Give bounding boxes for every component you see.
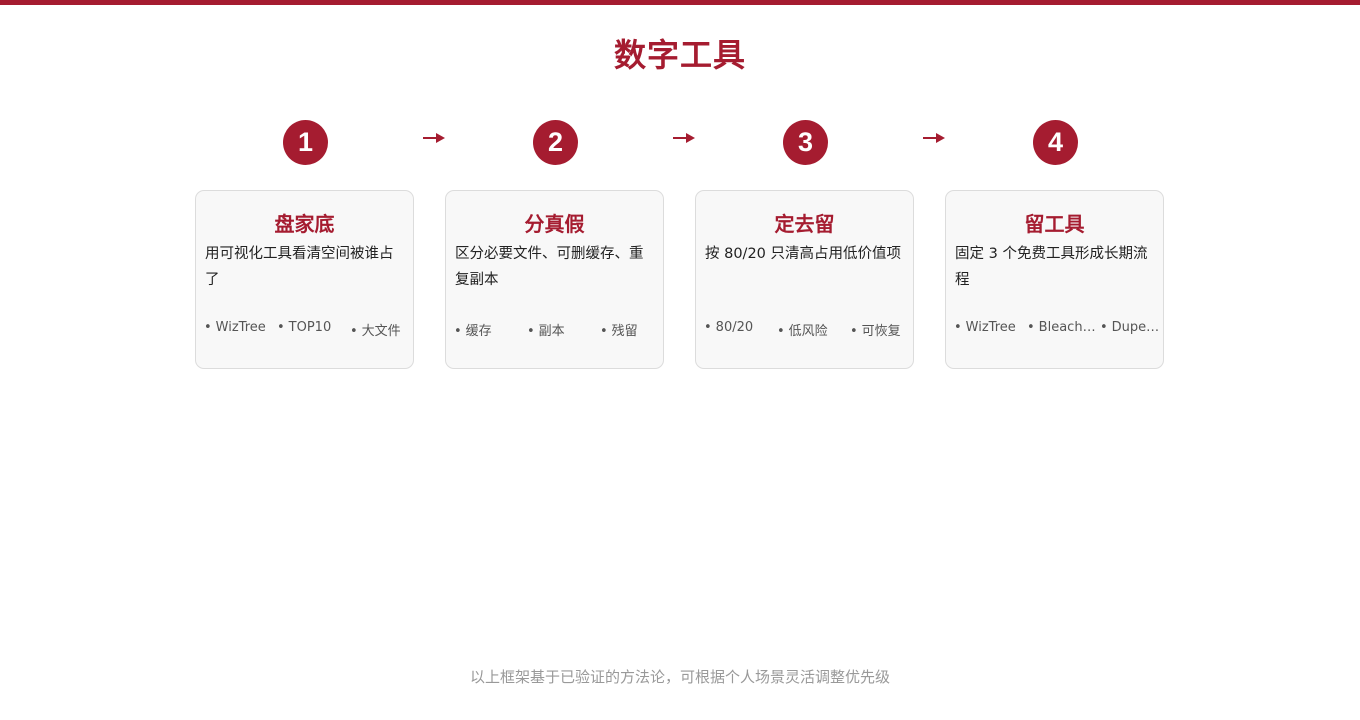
top-accent-bar [0, 0, 1360, 5]
step-4-number: 4 [1033, 120, 1078, 165]
step-1-description: 用可视化工具看清空间被谁占了 [205, 246, 394, 288]
arrow-right-icon [673, 133, 695, 143]
step-2-number: 2 [533, 120, 578, 165]
step-1-tag: TOP10 [277, 320, 349, 335]
footer-note: 以上框架基于已验证的方法论，可根据个人场景灵活调整优先级 [469, 668, 890, 686]
step-card-1: 盘家底 用可视化工具看清空间被谁占了 WizTree TOP10 大文件 [195, 190, 414, 369]
step-2-title: 分真假 [524, 212, 585, 236]
step-4-tag: DupeGuru [1100, 320, 1164, 335]
step-card-3: 定去留 按 80/20 只清高占用低价值项 80/20 低风险 可恢复 [695, 190, 914, 369]
arrow-right-icon [423, 133, 445, 143]
step-2-tag: 副本 [527, 320, 599, 339]
step-4-description: 固定 3 个免费工具形成长期流程 [955, 246, 1148, 288]
step-card-2: 分真假 区分必要文件、可删缓存、重复副本 缓存 副本 残留 [445, 190, 664, 369]
step-2-tag: 缓存 [454, 320, 526, 339]
step-4-title: 留工具 [1024, 212, 1085, 236]
step-4-tag: BleachBit [1027, 320, 1099, 335]
step-3-tag: 低风险 [777, 320, 849, 339]
step-2-tag: 残留 [600, 320, 672, 339]
arrow-right-icon [923, 133, 945, 143]
step-1-tag: WizTree [204, 320, 276, 335]
step-3-number: 3 [783, 120, 828, 165]
step-2-description: 区分必要文件、可删缓存、重复副本 [455, 246, 644, 288]
step-1-tag: 大文件 [350, 320, 422, 339]
step-3-tag: 80/20 [704, 320, 776, 335]
page-title: 数字工具 [613, 36, 746, 74]
step-3-description: 按 80/20 只清高占用低价值项 [705, 246, 902, 262]
step-1-number: 1 [283, 120, 328, 165]
step-3-tag: 可恢复 [850, 320, 922, 339]
step-3-title: 定去留 [774, 212, 835, 236]
step-4-tag: WizTree [954, 320, 1026, 335]
step-1-title: 盘家底 [274, 212, 335, 236]
step-card-4: 留工具 固定 3 个免费工具形成长期流程 WizTree BleachBit D… [945, 190, 1164, 369]
